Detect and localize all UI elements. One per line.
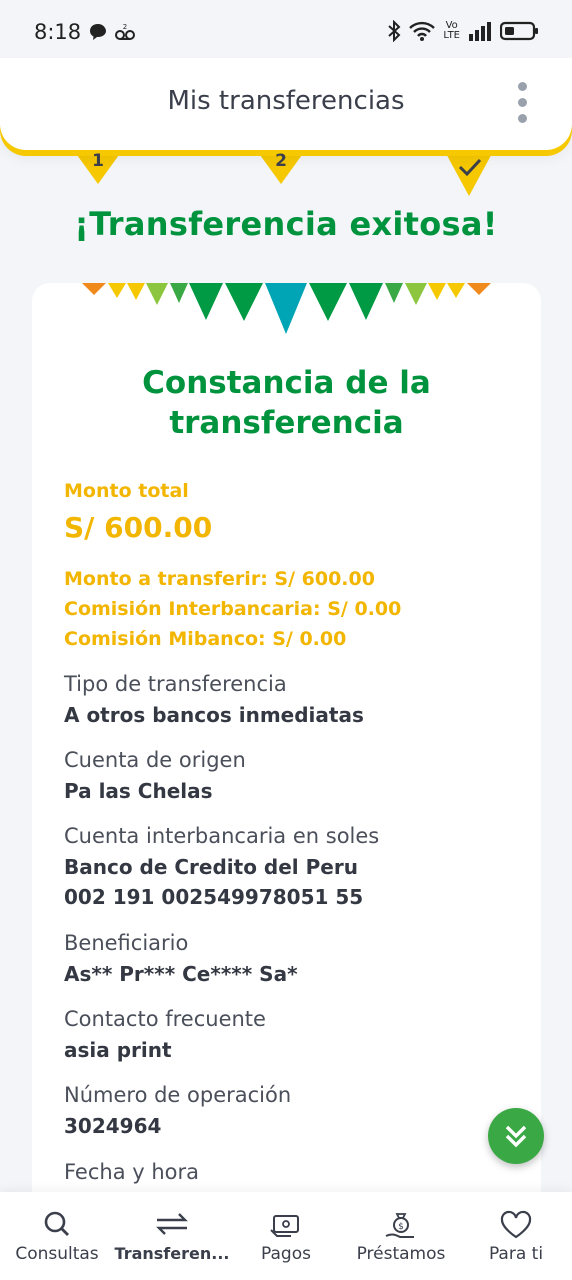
svg-text:$: $ [398, 1222, 404, 1232]
nav-pagos-label: Pagos [261, 1244, 311, 1264]
payment-icon [270, 1215, 299, 1237]
operation-number-value: 3024964 [64, 1114, 162, 1138]
status-left-icons: 2 [88, 22, 136, 42]
nav-consultas-label: Consultas [15, 1244, 99, 1264]
cci-number-value: 002 191 002549978051 55 [64, 885, 364, 909]
search-icon [44, 1211, 69, 1236]
nav-transferencias[interactable]: Transferen... [114, 1192, 230, 1280]
bunting-decoration [82, 283, 491, 334]
frequent-contact-label: Contacto frecuente [64, 1007, 266, 1031]
network-bottom-label: LTE [443, 30, 460, 41]
total-amount-value: S/ 600.00 [64, 511, 213, 544]
nav-pagos[interactable]: Pagos [230, 1192, 342, 1280]
scroll-down-button[interactable] [488, 1108, 544, 1164]
step-2-label: 2 [275, 151, 287, 171]
chat-bubble-icon [90, 24, 106, 40]
more-options-icon[interactable] [516, 82, 528, 128]
transfer-type-value: A otros bancos inmediatas [64, 703, 364, 727]
voicemail-icon: 2 [115, 23, 135, 40]
transfer-arrows-icon [156, 1213, 188, 1235]
origin-account-value: Pa las Chelas [64, 779, 213, 803]
transfer-amount: Monto a transferir: S/ 600.00 [64, 568, 375, 590]
interbank-fee: Comisión Interbancaria: S/ 0.00 [64, 598, 402, 620]
receipt-title: Constancia de la transferencia [32, 363, 541, 443]
receipt-title-line-2: transferencia [169, 405, 404, 441]
nav-transferencias-label: Transferen... [114, 1244, 230, 1263]
nav-prestamos-label: Préstamos [356, 1244, 446, 1264]
nav-para-ti[interactable]: Para ti [460, 1192, 572, 1280]
success-title: ¡Transferencia exitosa! [74, 205, 498, 243]
mibanco-fee: Comisión Mibanco: S/ 0.00 [64, 628, 347, 650]
double-chevron-down-icon [505, 1125, 527, 1148]
svg-text:2: 2 [123, 23, 127, 31]
bottom-navigation: Consultas Transferen... Pagos $ Préstamo… [0, 1192, 572, 1280]
beneficiary-label: Beneficiario [64, 931, 189, 955]
signal-icon [469, 22, 491, 41]
frequent-contact-value: asia print [64, 1038, 172, 1062]
network-type: Vo LTE [443, 21, 460, 41]
operation-number-label: Número de operación [64, 1083, 292, 1107]
nav-para-ti-label: Para ti [488, 1244, 544, 1264]
nav-prestamos[interactable]: $ Préstamos [342, 1192, 460, 1280]
transfer-type-label: Tipo de transferencia [64, 672, 287, 696]
heart-icon [500, 1210, 532, 1239]
loan-icon: $ [385, 1213, 414, 1238]
check-icon [458, 158, 482, 177]
app-header: Mis transferencias [0, 58, 572, 150]
battery-icon [500, 21, 538, 41]
origin-account-label: Cuenta de origen [64, 748, 246, 772]
wifi-icon [409, 21, 436, 41]
date-time-label: Fecha y hora [64, 1160, 200, 1184]
bluetooth-icon [388, 20, 401, 42]
bank-name-value: Banco de Credito del Peru [64, 855, 358, 879]
beneficiary-value: As** Pr*** Ce**** Sa* [64, 962, 298, 986]
page-title: Mis transferencias [167, 86, 405, 116]
total-amount-label: Monto total [64, 480, 189, 502]
step-1-label: 1 [92, 151, 104, 171]
receipt-card: Constancia de la transferencia Monto tot… [32, 283, 541, 1243]
interbank-account-label: Cuenta interbancaria en soles [64, 824, 380, 848]
status-right-icons: Vo LTE [387, 20, 540, 42]
receipt-title-line-1: Constancia de la [142, 365, 431, 401]
nav-consultas[interactable]: Consultas [0, 1192, 114, 1280]
status-time: 8:18 [34, 20, 82, 44]
status-bar: 8:18 2 Vo LTE [0, 0, 572, 66]
